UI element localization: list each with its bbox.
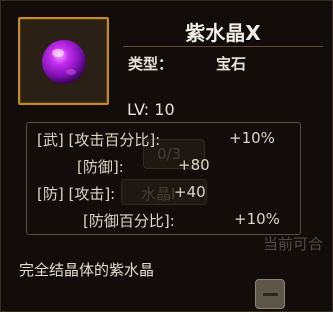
stat-label: [防御]: <box>77 158 124 176</box>
purple-gem-icon <box>42 40 86 84</box>
stat-value: +40 <box>174 183 206 201</box>
item-name: 紫水晶X <box>185 21 261 45</box>
stat-value: +80 <box>178 156 210 174</box>
minus-button-icon[interactable] <box>255 279 285 309</box>
ghost-merge-label: 当前可合 <box>263 235 324 253</box>
stat-value: +10% <box>229 129 275 147</box>
item-level: LV: 10 <box>127 100 175 119</box>
item-icon-frame <box>18 17 109 105</box>
stat-label: [武] [攻击百分比]: <box>37 131 161 149</box>
item-type-value: 宝石 <box>216 55 247 73</box>
item-type-label: 类型： <box>128 55 174 73</box>
stat-label: [防御百分比]: <box>83 212 175 230</box>
item-tooltip-panel: 0/3 水晶I 当前可合 紫水晶X 类型： 宝石 LV: 10 [武] [攻击百… <box>0 0 333 312</box>
stat-value: +10% <box>234 210 280 228</box>
title-divider <box>123 46 323 47</box>
item-description: 完全结晶体的紫水晶 <box>19 261 155 279</box>
stat-label: [防] [攻击]: <box>37 185 116 203</box>
